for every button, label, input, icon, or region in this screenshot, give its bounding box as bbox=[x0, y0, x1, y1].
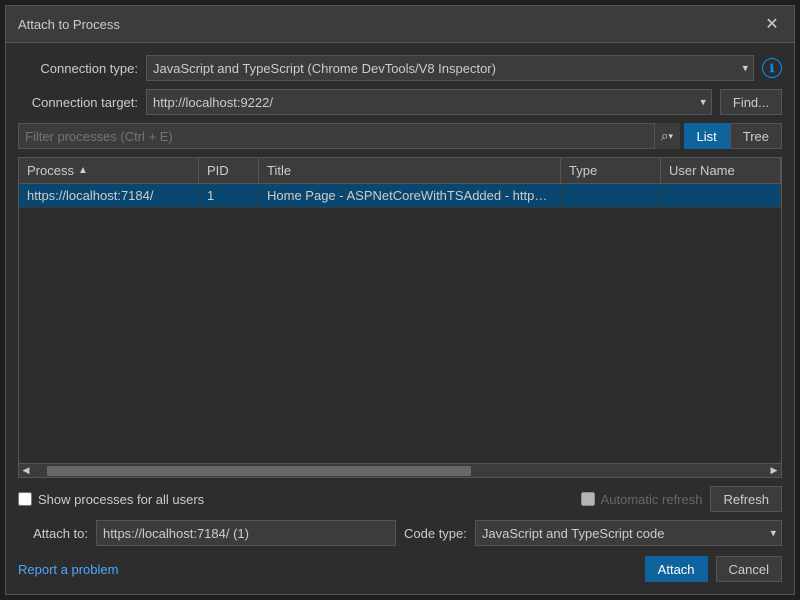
scrollbar-thumb bbox=[47, 466, 471, 476]
auto-refresh-label[interactable]: Automatic refresh bbox=[581, 492, 703, 507]
col-header-title[interactable]: Title bbox=[259, 158, 561, 183]
filter-row: ⌕ ▾ List Tree bbox=[18, 123, 782, 149]
search-dropdown-icon: ▾ bbox=[668, 131, 673, 142]
options-row: Show processes for all users Automatic r… bbox=[18, 486, 782, 512]
search-icon: ⌕ bbox=[661, 128, 668, 144]
code-type-label: Code type: bbox=[404, 526, 467, 541]
bottom-section: Show processes for all users Automatic r… bbox=[18, 486, 782, 582]
cell-process: https://localhost:7184/ bbox=[19, 184, 199, 207]
cell-username bbox=[661, 184, 781, 207]
cell-title: Home Page - ASPNetCoreWithTSAdded - http… bbox=[259, 184, 561, 207]
sort-arrow-process: ▲ bbox=[78, 165, 88, 176]
dialog-title: Attach to Process bbox=[18, 17, 120, 32]
auto-refresh-area: Automatic refresh Refresh bbox=[581, 486, 782, 512]
connection-target-row: Connection target: http://localhost:9222… bbox=[18, 89, 782, 115]
auto-refresh-checkbox[interactable] bbox=[581, 492, 595, 506]
attach-to-label: Attach to: bbox=[18, 526, 88, 541]
close-button[interactable]: ✕ bbox=[762, 14, 782, 34]
connection-target-select-wrapper: http://localhost:9222/ bbox=[146, 89, 712, 115]
title-bar: Attach to Process ✕ bbox=[6, 6, 794, 43]
connection-target-label: Connection target: bbox=[18, 95, 138, 110]
process-table: Process ▲ PID Title Type User Name h bbox=[18, 157, 782, 478]
scroll-right-button[interactable]: ▶ bbox=[767, 464, 781, 478]
connection-type-select[interactable]: JavaScript and TypeScript (Chrome DevToo… bbox=[146, 55, 754, 81]
show-all-processes-checkbox[interactable] bbox=[18, 492, 32, 506]
scroll-left-button[interactable]: ◀ bbox=[19, 464, 33, 478]
refresh-button[interactable]: Refresh bbox=[710, 486, 782, 512]
footer-row: Report a problem Attach Cancel bbox=[18, 556, 782, 582]
attach-to-input[interactable] bbox=[96, 520, 396, 546]
cancel-button[interactable]: Cancel bbox=[716, 556, 782, 582]
col-header-process[interactable]: Process ▲ bbox=[19, 158, 199, 183]
report-problem-link[interactable]: Report a problem bbox=[18, 562, 118, 577]
connection-target-select[interactable]: http://localhost:9222/ bbox=[146, 89, 712, 115]
find-button[interactable]: Find... bbox=[720, 89, 782, 115]
col-header-username[interactable]: User Name bbox=[661, 158, 781, 183]
table-header: Process ▲ PID Title Type User Name bbox=[19, 158, 781, 184]
show-all-processes-text: Show processes for all users bbox=[38, 492, 204, 507]
table-body: https://localhost:7184/ 1 Home Page - AS… bbox=[19, 184, 781, 463]
view-toggle: List Tree bbox=[684, 123, 782, 149]
horizontal-scrollbar: ◀ ▶ bbox=[19, 463, 781, 477]
show-all-processes-label[interactable]: Show processes for all users bbox=[18, 492, 204, 507]
dialog-body: Connection type: JavaScript and TypeScri… bbox=[6, 43, 794, 594]
code-type-select[interactable]: JavaScript and TypeScript code bbox=[475, 520, 782, 546]
attach-to-process-dialog: Attach to Process ✕ Connection type: Jav… bbox=[5, 5, 795, 595]
attach-to-row: Attach to: Code type: JavaScript and Typ… bbox=[18, 520, 782, 546]
col-header-type[interactable]: Type bbox=[561, 158, 661, 183]
cell-type bbox=[561, 184, 661, 207]
auto-refresh-text: Automatic refresh bbox=[601, 492, 703, 507]
list-view-button[interactable]: List bbox=[684, 123, 730, 149]
cell-pid: 1 bbox=[199, 184, 259, 207]
col-header-pid[interactable]: PID bbox=[199, 158, 259, 183]
attach-button[interactable]: Attach bbox=[645, 556, 708, 582]
info-icon[interactable]: ℹ bbox=[762, 58, 782, 78]
connection-type-label: Connection type: bbox=[18, 61, 138, 76]
table-row[interactable]: https://localhost:7184/ 1 Home Page - AS… bbox=[19, 184, 781, 208]
code-type-select-wrapper: JavaScript and TypeScript code bbox=[475, 520, 782, 546]
filter-input-wrapper: ⌕ ▾ bbox=[18, 123, 680, 149]
filter-input[interactable] bbox=[18, 123, 680, 149]
search-icon-button[interactable]: ⌕ ▾ bbox=[654, 123, 680, 149]
connection-type-select-wrapper: JavaScript and TypeScript (Chrome DevToo… bbox=[146, 55, 754, 81]
connection-type-row: Connection type: JavaScript and TypeScri… bbox=[18, 55, 782, 81]
scrollbar-track[interactable] bbox=[47, 466, 753, 476]
footer-buttons: Attach Cancel bbox=[645, 556, 782, 582]
tree-view-button[interactable]: Tree bbox=[730, 123, 782, 149]
